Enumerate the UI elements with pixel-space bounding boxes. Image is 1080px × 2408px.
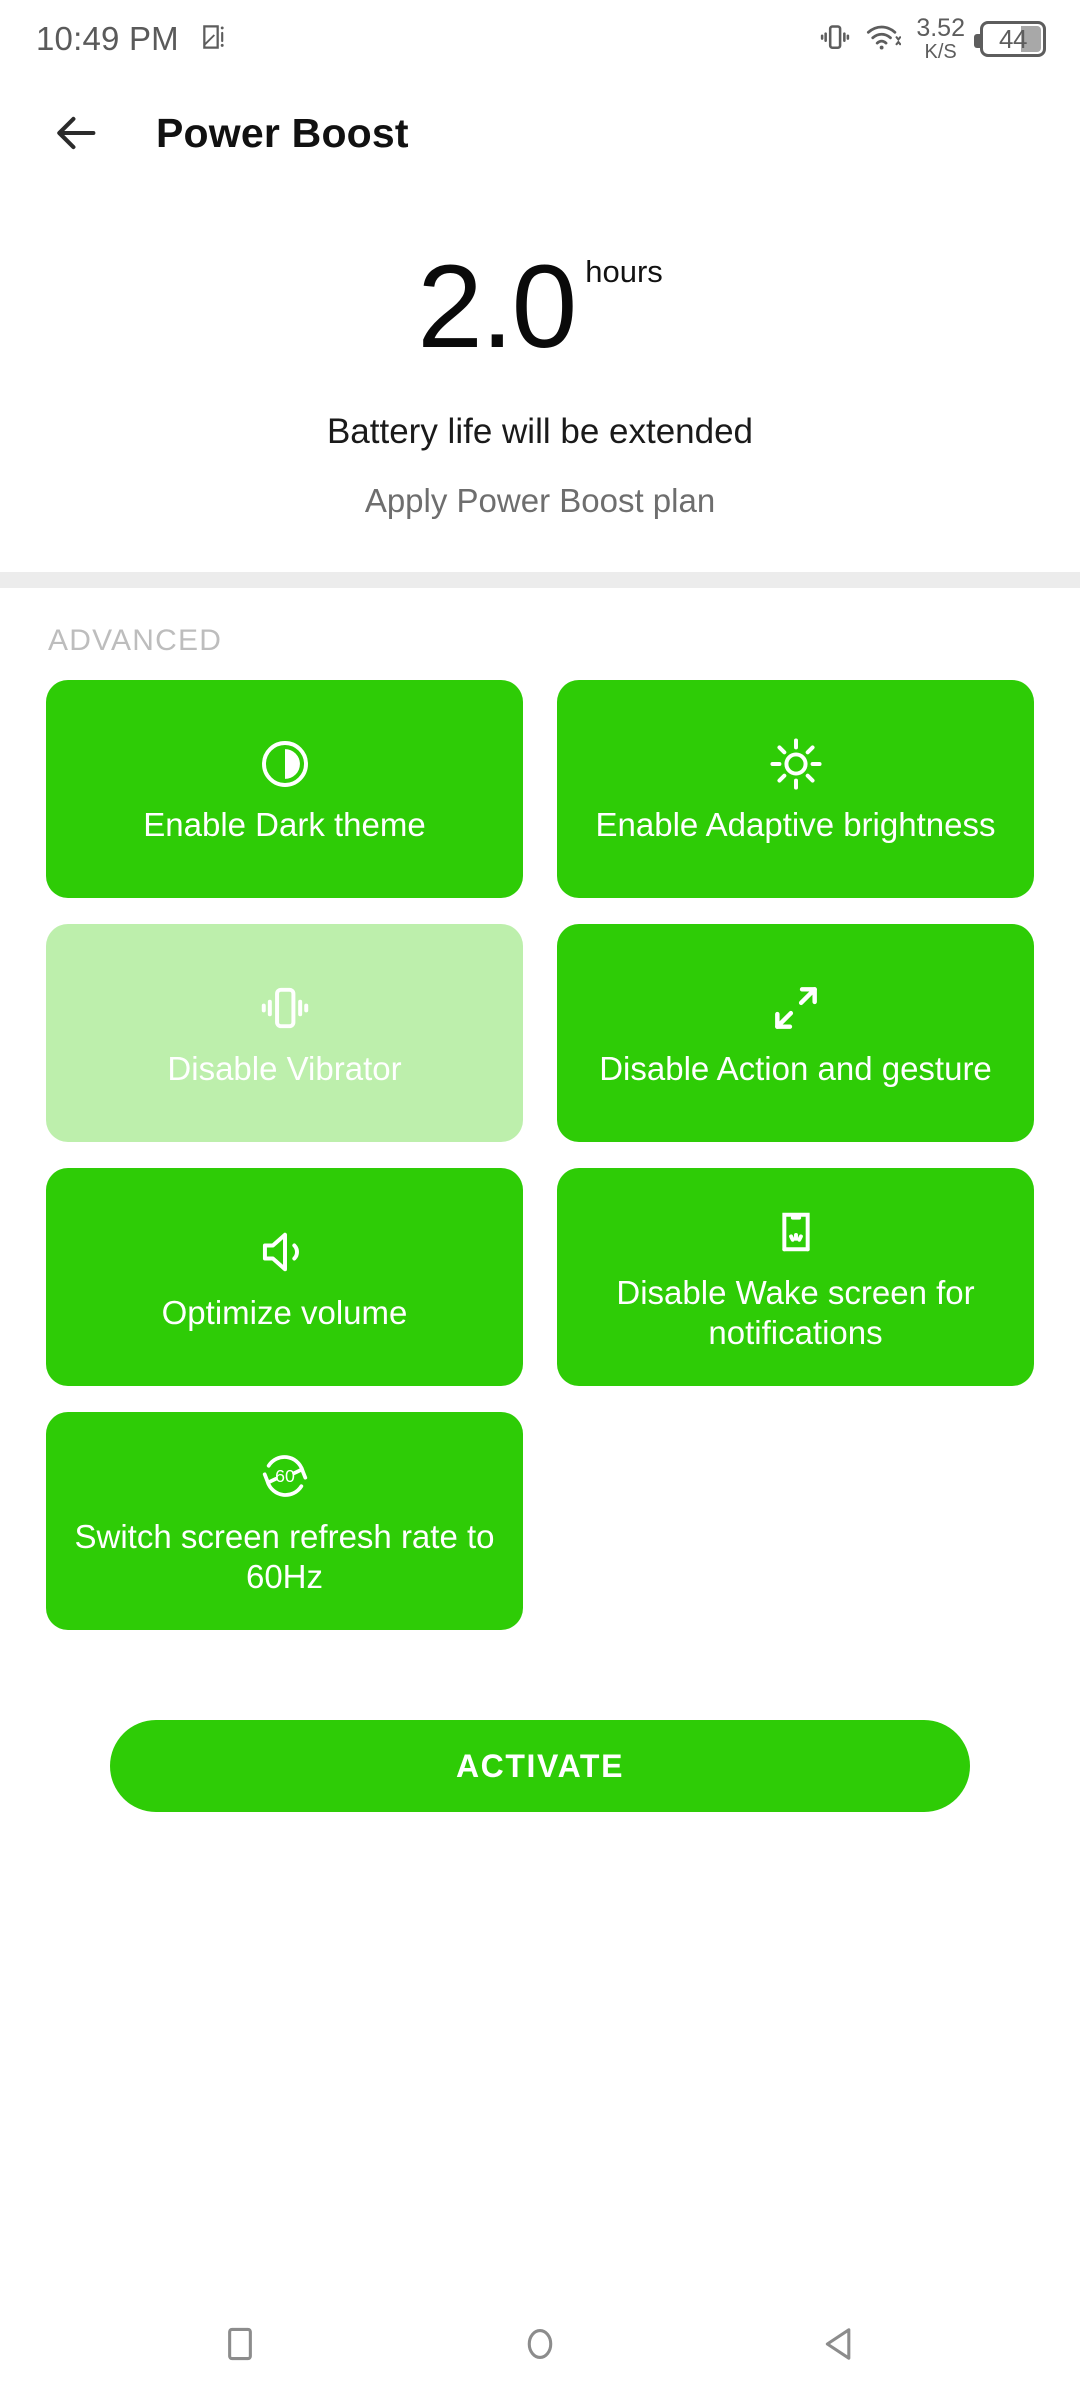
bottom-spacer (0, 1812, 1080, 2280)
hero-value-group: 2.0 hours (417, 248, 663, 366)
status-bar-clock: 10:49 PM (36, 20, 179, 57)
tile-disable-action-and-gesture[interactable]: Disable Action and gesture (557, 924, 1034, 1142)
circle-home-icon[interactable] (480, 2296, 600, 2392)
triangle-back-icon[interactable] (780, 2296, 900, 2392)
vibrate-icon (818, 20, 852, 59)
arrow-left-icon[interactable] (48, 105, 104, 161)
system-navigation-bar (0, 2280, 1080, 2408)
tile-switch-refresh-rate-60hz[interactable]: 60 Switch screen refresh rate to 60Hz (46, 1412, 523, 1630)
tile-disable-wake-screen-for-notifications[interactable]: Disable Wake screen for notifications (557, 1168, 1034, 1386)
page-title: Power Boost (156, 109, 409, 156)
hero-subtitle: Battery life will be extended (326, 412, 754, 451)
square-recents-icon[interactable] (180, 2296, 300, 2392)
status-bar-left: 10:49 PM (36, 20, 231, 58)
vibrate-icon (257, 977, 313, 1039)
hero-hours-value: 2.0 (417, 241, 577, 373)
speaker-volume-icon (257, 1221, 313, 1283)
app-bar: Power Boost (0, 78, 1080, 188)
wifi-icon (865, 20, 902, 59)
tile-label: Switch screen refresh rate to 60Hz (74, 1518, 495, 1595)
battery-level-text: 44 (999, 23, 1027, 54)
hero-hours-unit: hours (585, 254, 663, 289)
tile-label: Enable Dark theme (143, 806, 426, 844)
refresh-60hz-icon: 60 (257, 1445, 313, 1507)
hero-plan-text: Apply Power Boost plan (364, 482, 716, 519)
power-boost-screen: 10:49 PM 3.52 K/S 44 Power Boost 2.0 hou… (0, 0, 1080, 2408)
expand-arrows-icon (768, 977, 824, 1039)
tile-label: Enable Adaptive brightness (595, 806, 996, 844)
advanced-tiles-grid: Enable Dark theme Enable Adaptive bright… (0, 680, 1080, 1630)
tile-optimize-volume[interactable]: Optimize volume (46, 1168, 523, 1386)
tile-label: Optimize volume (161, 1294, 408, 1332)
network-speed-unit: K/S (924, 41, 957, 63)
svg-text:60: 60 (275, 1466, 295, 1486)
battery-estimate-hero: 2.0 hours Battery life will be extended … (0, 188, 1080, 520)
tile-disable-vibrator[interactable]: Disable Vibrator (46, 924, 523, 1142)
activate-button[interactable]: ACTIVATE (110, 1720, 970, 1812)
advanced-section-label: ADVANCED (48, 624, 223, 657)
network-speed-indicator: 3.52 K/S (916, 14, 965, 63)
tile-enable-dark-theme[interactable]: Enable Dark theme (46, 680, 523, 898)
brightness-sun-icon (768, 733, 824, 795)
network-speed-value: 3.52 (916, 14, 965, 42)
tile-label: Disable Wake screen for notifications (616, 1274, 975, 1351)
activate-button-container: ACTIVATE (0, 1630, 1080, 1812)
battery-icon: 44 (974, 21, 1046, 57)
tile-label: Disable Action and gesture (599, 1050, 992, 1088)
status-bar-right: 3.52 K/S 44 (818, 16, 1046, 62)
wake-screen-icon (768, 1201, 824, 1263)
status-bar: 10:49 PM 3.52 K/S 44 (0, 0, 1080, 78)
contrast-icon (257, 733, 313, 795)
section-divider (0, 572, 1080, 588)
tile-enable-adaptive-brightness[interactable]: Enable Adaptive brightness (557, 680, 1034, 898)
screenshot-icon (199, 21, 231, 58)
tile-label: Disable Vibrator (167, 1050, 402, 1088)
